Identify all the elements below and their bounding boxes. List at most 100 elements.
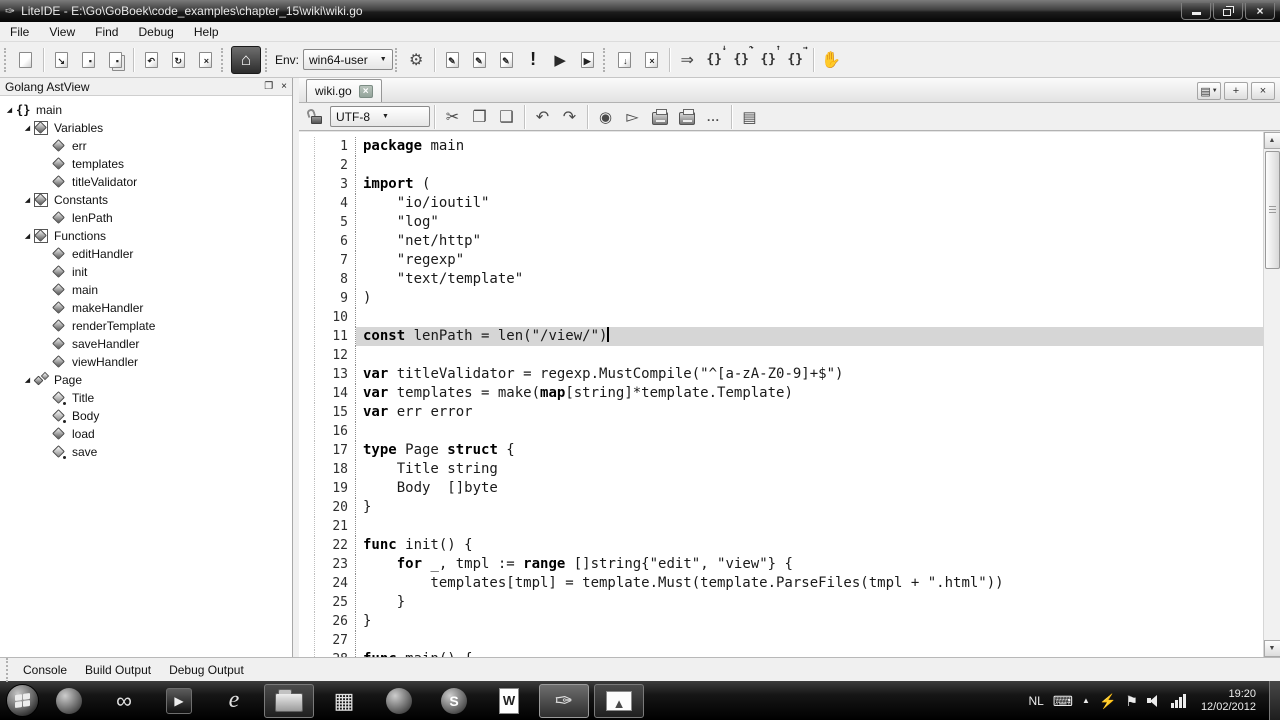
tree-item-Body[interactable]: Body bbox=[0, 407, 292, 425]
continue-button[interactable]: ⇒ bbox=[674, 46, 701, 73]
new-file-button[interactable] bbox=[12, 46, 39, 73]
debug-run-button[interactable]: ▶ bbox=[574, 46, 601, 73]
expander-icon[interactable]: ◢ bbox=[22, 232, 33, 240]
step-over-button[interactable]: {}↷ bbox=[728, 46, 755, 73]
tree-item-renderTemplate[interactable]: renderTemplate bbox=[0, 317, 292, 335]
build-error-button[interactable]: ! bbox=[520, 46, 547, 73]
tree-item-makeHandler[interactable]: makeHandler bbox=[0, 299, 292, 317]
app-skype[interactable]: S bbox=[429, 684, 479, 718]
menu-debug[interactable]: Debug bbox=[128, 23, 183, 41]
code-line[interactable]: 5 "log" bbox=[299, 213, 1263, 232]
tree-item-Constants[interactable]: ◢Constants bbox=[0, 191, 292, 209]
step-into-button[interactable]: {}↓ bbox=[701, 46, 728, 73]
tree-item-Functions[interactable]: ◢Functions bbox=[0, 227, 292, 245]
revert-file-button[interactable]: ↶ bbox=[138, 46, 165, 73]
tree-item-editHandler[interactable]: editHandler bbox=[0, 245, 292, 263]
record-macro-button[interactable]: ◉ bbox=[592, 103, 619, 130]
playback-button[interactable]: ▻ bbox=[619, 103, 646, 130]
tree-item-main[interactable]: main bbox=[0, 281, 292, 299]
app-word[interactable]: W bbox=[484, 684, 534, 718]
tree-item-err[interactable]: err bbox=[0, 137, 292, 155]
code-line[interactable]: 4 "io/ioutil" bbox=[299, 194, 1263, 213]
lock-icon[interactable] bbox=[303, 103, 330, 130]
expander-icon[interactable]: ◢ bbox=[4, 106, 15, 114]
menu-help[interactable]: Help bbox=[184, 23, 229, 41]
reload-file-button[interactable]: ↻ bbox=[165, 46, 192, 73]
code-text[interactable]: func init() { bbox=[356, 536, 1263, 555]
tree-item-templates[interactable]: templates bbox=[0, 155, 292, 173]
app-media-player[interactable]: ▶ bbox=[154, 684, 204, 718]
copy-button[interactable]: ❐ bbox=[466, 103, 493, 130]
encoding-select[interactable]: UTF-8▼ bbox=[330, 106, 430, 127]
code-line[interactable]: 18 Title string bbox=[299, 460, 1263, 479]
code-text[interactable] bbox=[356, 156, 1263, 175]
cut-button[interactable]: ✂ bbox=[439, 103, 466, 130]
env-select[interactable]: win64-user▼ bbox=[303, 49, 393, 70]
output-tab-debug-output[interactable]: Debug Output bbox=[160, 661, 253, 679]
output-tab-build-output[interactable]: Build Output bbox=[76, 661, 160, 679]
code-line[interactable]: 26} bbox=[299, 612, 1263, 631]
code-line[interactable]: 7 "regexp" bbox=[299, 251, 1263, 270]
code-line[interactable]: 19 Body []byte bbox=[299, 479, 1263, 498]
menu-view[interactable]: View bbox=[39, 23, 85, 41]
code-line[interactable]: 3import ( bbox=[299, 175, 1263, 194]
home-button[interactable]: ⌂ bbox=[231, 46, 261, 74]
tab-wiki-go[interactable]: wiki.go × bbox=[306, 79, 382, 102]
menu-file[interactable]: File bbox=[0, 23, 39, 41]
close-file-button[interactable]: × bbox=[192, 46, 219, 73]
code-text[interactable] bbox=[356, 308, 1263, 327]
code-text[interactable]: Title string bbox=[356, 460, 1263, 479]
code-text[interactable]: "text/template" bbox=[356, 270, 1263, 289]
app-windows-explorer[interactable] bbox=[264, 684, 314, 718]
code-text[interactable]: Body []byte bbox=[356, 479, 1263, 498]
app-internet-explorer[interactable]: e bbox=[209, 684, 259, 718]
network-signal-icon[interactable] bbox=[1171, 694, 1186, 708]
app-network-globe[interactable] bbox=[44, 684, 94, 718]
show-desktop-button[interactable] bbox=[1269, 681, 1280, 720]
expander-icon[interactable]: ◢ bbox=[22, 196, 33, 204]
code-line[interactable]: 17type Page struct { bbox=[299, 441, 1263, 460]
undo-button[interactable]: ↶ bbox=[529, 103, 556, 130]
new-tab-button[interactable]: + bbox=[1224, 82, 1248, 100]
power-icon[interactable]: ⚡ bbox=[1099, 694, 1116, 708]
restore-button[interactable] bbox=[1213, 3, 1243, 20]
scroll-down-button[interactable]: ▼ bbox=[1264, 640, 1280, 657]
code-line[interactable]: 8 "text/template" bbox=[299, 270, 1263, 289]
code-text[interactable]: "io/ioutil" bbox=[356, 194, 1263, 213]
code-line[interactable]: 21 bbox=[299, 517, 1263, 536]
code-text[interactable]: "regexp" bbox=[356, 251, 1263, 270]
tree-item-Page[interactable]: ◢Page bbox=[0, 371, 292, 389]
vertical-scrollbar[interactable]: ▲ ▼ bbox=[1263, 132, 1280, 657]
step-out-button[interactable]: {}↑ bbox=[755, 46, 782, 73]
close-editor-button[interactable]: × bbox=[1251, 82, 1275, 100]
code-text[interactable]: const lenPath = len("/view/") bbox=[356, 327, 1263, 346]
print-button[interactable] bbox=[646, 103, 673, 130]
code-text[interactable]: } bbox=[356, 593, 1263, 612]
code-text[interactable] bbox=[356, 422, 1263, 441]
stop-debug-button[interactable]: ✋ bbox=[818, 46, 845, 73]
run-button[interactable]: ▶ bbox=[547, 46, 574, 73]
code-text[interactable]: func main() { bbox=[356, 650, 1263, 657]
run-to-line-button[interactable]: {}→ bbox=[782, 46, 809, 73]
code-text[interactable]: var titleValidator = regexp.MustCompile(… bbox=[356, 365, 1263, 384]
code-line[interactable]: 25 } bbox=[299, 593, 1263, 612]
code-text[interactable]: templates[tmpl] = template.Must(template… bbox=[356, 574, 1263, 593]
app-photo-viewer[interactable]: ▲ bbox=[594, 684, 644, 718]
action-center-flag-icon[interactable]: ⚑ bbox=[1125, 694, 1138, 708]
scrollbar-thumb[interactable] bbox=[1265, 151, 1280, 269]
code-line[interactable]: 12 bbox=[299, 346, 1263, 365]
menu-find[interactable]: Find bbox=[85, 23, 128, 41]
tree-item-Variables[interactable]: ◢Variables bbox=[0, 119, 292, 137]
tree-item-titleValidator[interactable]: titleValidator bbox=[0, 173, 292, 191]
code-line[interactable]: 27 bbox=[299, 631, 1263, 650]
keyboard-icon[interactable]: ⌨ bbox=[1053, 694, 1073, 708]
code-line[interactable]: 6 "net/http" bbox=[299, 232, 1263, 251]
code-line[interactable]: 9) bbox=[299, 289, 1263, 308]
tree-item-main[interactable]: ◢{}main bbox=[0, 101, 292, 119]
code-text[interactable]: type Page struct { bbox=[356, 441, 1263, 460]
code-text[interactable]: } bbox=[356, 498, 1263, 517]
app-firefox[interactable] bbox=[374, 684, 424, 718]
file-info-button[interactable]: ▤ bbox=[736, 103, 763, 130]
expander-icon[interactable]: ◢ bbox=[22, 124, 33, 132]
insert-godoc-button[interactable]: ↓ bbox=[611, 46, 638, 73]
